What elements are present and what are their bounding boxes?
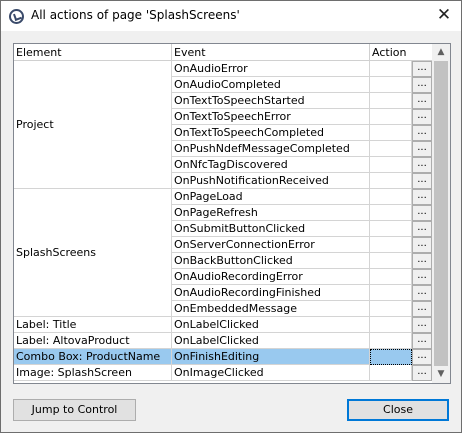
table-row: OnLabelClicked...	[14, 317, 432, 333]
action-cell[interactable]	[370, 141, 412, 157]
table-row: OnAudioRecordingFinished...	[14, 285, 432, 301]
action-cell[interactable]	[370, 237, 412, 253]
scroll-thumb[interactable]	[434, 61, 448, 366]
table-row: OnPageLoad...	[14, 189, 432, 205]
edit-action-button[interactable]: ...	[412, 349, 432, 365]
table-row: OnPushNdefMessageCompleted...	[14, 141, 432, 157]
action-cell[interactable]	[370, 205, 412, 221]
header-element[interactable]: Element	[14, 44, 172, 61]
table-row: OnServerConnectionError...	[14, 237, 432, 253]
event-cell[interactable]: OnBackButtonClicked	[172, 253, 370, 269]
actions-grid: Element Event Action Project OnAudioError…	[13, 43, 451, 384]
table-row: OnEmbeddedMessage...	[14, 301, 432, 317]
table-row: OnAudioCompleted...	[14, 77, 432, 93]
header-action[interactable]: Action	[370, 44, 432, 61]
action-cell[interactable]	[370, 365, 412, 381]
title-bar: All actions of page 'SplashScreens' ✕	[1, 1, 461, 31]
event-cell[interactable]: OnTextToSpeechCompleted	[172, 125, 370, 141]
edit-action-button[interactable]: ...	[412, 157, 432, 173]
action-cell[interactable]	[370, 253, 412, 269]
event-cell[interactable]: OnPushNdefMessageCompleted	[172, 141, 370, 157]
edit-action-button[interactable]: ...	[412, 205, 432, 221]
event-cell[interactable]: OnLabelClicked	[172, 317, 370, 333]
edit-action-button[interactable]: ...	[412, 141, 432, 157]
action-cell[interactable]	[370, 269, 412, 285]
edit-action-button[interactable]: ...	[412, 93, 432, 109]
edit-action-button[interactable]: ...	[412, 189, 432, 205]
window-title: All actions of page 'SplashScreens'	[31, 8, 240, 22]
table-row: OnPushNotificationReceived...	[14, 173, 432, 189]
action-cell[interactable]	[370, 285, 412, 301]
action-cell[interactable]	[370, 93, 412, 109]
action-cell[interactable]	[370, 173, 412, 189]
table-row: OnTextToSpeechCompleted...	[14, 125, 432, 141]
action-cell[interactable]	[370, 189, 412, 205]
event-cell[interactable]: OnPushNotificationReceived	[172, 173, 370, 189]
edit-action-button[interactable]: ...	[412, 285, 432, 301]
event-cell[interactable]: OnAudioCompleted	[172, 77, 370, 93]
edit-action-button[interactable]: ...	[412, 317, 432, 333]
action-cell[interactable]	[370, 157, 412, 173]
table-row: OnFinishEditing...	[14, 349, 432, 365]
action-cell[interactable]	[370, 61, 412, 77]
event-cell[interactable]: OnEmbeddedMessage	[172, 301, 370, 317]
event-cell[interactable]: OnPageLoad	[172, 189, 370, 205]
edit-action-button[interactable]: ...	[412, 333, 432, 349]
edit-action-button[interactable]: ...	[412, 253, 432, 269]
edit-action-button[interactable]: ...	[412, 77, 432, 93]
table-row: OnLabelClicked...	[14, 333, 432, 349]
grid-header: Element Event Action	[14, 44, 432, 61]
scroll-up-icon[interactable]: ▲	[432, 44, 450, 61]
event-cell[interactable]: OnLabelClicked	[172, 333, 370, 349]
table-row: OnAudioError...	[14, 61, 432, 77]
table-row: OnNfcTagDiscovered...	[14, 157, 432, 173]
jump-to-control-button[interactable]: Jump to Control	[13, 399, 136, 421]
table-row: OnTextToSpeechStarted...	[14, 93, 432, 109]
table-row: OnBackButtonClicked...	[14, 253, 432, 269]
event-cell[interactable]: OnImageClicked	[172, 365, 370, 381]
action-cell[interactable]	[370, 349, 412, 365]
edit-action-button[interactable]: ...	[412, 61, 432, 77]
event-cell[interactable]: OnTextToSpeechStarted	[172, 93, 370, 109]
event-cell[interactable]: OnFinishEditing	[172, 349, 370, 365]
close-button[interactable]: Close	[347, 399, 449, 421]
event-cell[interactable]: OnNfcTagDiscovered	[172, 157, 370, 173]
table-row: OnAudioRecordingError...	[14, 269, 432, 285]
scroll-down-icon[interactable]: ▼	[432, 366, 450, 383]
event-cell[interactable]: OnSubmitButtonClicked	[172, 221, 370, 237]
action-cell[interactable]	[370, 109, 412, 125]
edit-action-button[interactable]: ...	[412, 365, 432, 381]
edit-action-button[interactable]: ...	[412, 269, 432, 285]
edit-action-button[interactable]: ...	[412, 301, 432, 317]
vertical-scrollbar[interactable]: ▲ ▼	[432, 44, 450, 383]
close-icon[interactable]: ✕	[427, 1, 461, 31]
event-cell[interactable]: OnServerConnectionError	[172, 237, 370, 253]
edit-action-button[interactable]: ...	[412, 237, 432, 253]
action-cell[interactable]	[370, 301, 412, 317]
action-cell[interactable]	[370, 125, 412, 141]
event-cell[interactable]: OnAudioRecordingFinished	[172, 285, 370, 301]
table-row: OnImageClicked...	[14, 365, 432, 381]
event-cell[interactable]: OnAudioError	[172, 61, 370, 77]
action-cell[interactable]	[370, 317, 412, 333]
edit-action-button[interactable]: ...	[412, 173, 432, 189]
header-event[interactable]: Event	[172, 44, 370, 61]
event-cell[interactable]: OnPageRefresh	[172, 205, 370, 221]
edit-action-button[interactable]: ...	[412, 109, 432, 125]
dialog-window: All actions of page 'SplashScreens' ✕ El…	[0, 0, 462, 433]
action-cell[interactable]	[370, 333, 412, 349]
action-cell[interactable]	[370, 77, 412, 93]
table-row: OnTextToSpeechError...	[14, 109, 432, 125]
event-cell[interactable]: OnAudioRecordingError	[172, 269, 370, 285]
edit-action-button[interactable]: ...	[412, 221, 432, 237]
event-cell[interactable]: OnTextToSpeechError	[172, 109, 370, 125]
table-row: OnPageRefresh...	[14, 205, 432, 221]
action-cell[interactable]	[370, 221, 412, 237]
table-row: OnSubmitButtonClicked...	[14, 221, 432, 237]
app-icon	[9, 9, 24, 24]
edit-action-button[interactable]: ...	[412, 125, 432, 141]
